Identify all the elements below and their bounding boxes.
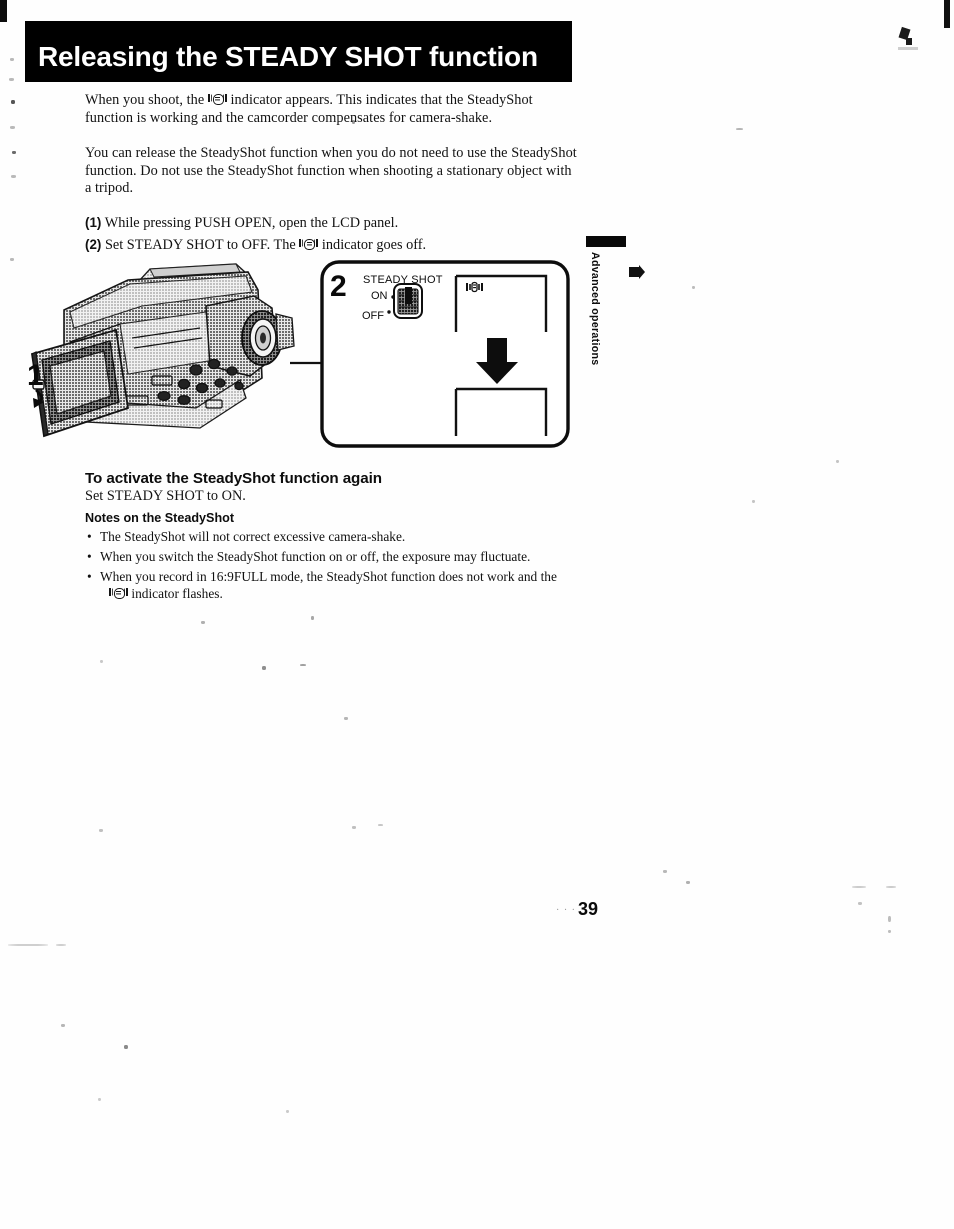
bullet-icon: • (87, 548, 92, 564)
scan-speck (61, 1024, 65, 1027)
page-header-banner: Releasing the STEADY SHOT function (25, 21, 572, 82)
note-text: When you record in 16:9FULL mode, the St… (100, 568, 557, 584)
scan-speck (99, 829, 103, 832)
steady-shot-slider-switch (393, 283, 423, 319)
scan-speck (8, 944, 48, 946)
page-number: 39 (578, 899, 599, 919)
notes-heading: Notes on the SteadyShot (85, 511, 235, 525)
step-item-1: (1) While pressing PUSH OPEN, open the L… (85, 212, 577, 234)
scan-speck (300, 664, 306, 666)
list-item: • When you switch the SteadyShot functio… (85, 548, 585, 565)
reactivate-heading: To activate the SteadyShot function agai… (85, 470, 382, 487)
scan-edge-artifact (0, 0, 7, 22)
bullet-icon: • (87, 529, 92, 544)
scan-edge-artifact-right (944, 0, 950, 28)
list-item: • When you record in 16:9FULL mode, the … (85, 568, 585, 603)
scan-speck (692, 286, 695, 289)
scan-speck (836, 460, 839, 463)
scan-speck (344, 717, 348, 720)
scan-speck (201, 621, 205, 624)
scan-speck (262, 666, 266, 670)
scan-speck (752, 500, 755, 503)
switch-position-off-label: OFF (362, 310, 384, 322)
page-title: Releasing the STEADY SHOT function (38, 41, 538, 72)
scan-speck (124, 1045, 128, 1049)
note-text: The SteadyShot will not correct excessiv… (100, 529, 406, 544)
section-tab-bar (586, 236, 626, 247)
scan-speck (10, 58, 14, 61)
scan-speck (11, 175, 16, 178)
paragraph-1-text-before: When you shoot, the (85, 92, 208, 108)
reactivate-body: Set STEADY SHOT to ON. (85, 488, 246, 504)
scan-speck (11, 100, 15, 104)
callout-1-number: 1 (27, 359, 44, 392)
scan-speck (686, 881, 690, 884)
note-text: When you switch the SteadyShot function … (100, 548, 531, 564)
intro-paragraph-1: When you shoot, the indicator appears. T… (85, 92, 577, 127)
scan-speck (378, 824, 383, 826)
scan-speck (98, 1098, 101, 1101)
list-item: • The SteadyShot will not correct excess… (85, 528, 585, 545)
section-tab-label: Advanced operations (589, 252, 601, 366)
step-1-number: (1) (85, 215, 102, 230)
page-number-artifact: · · · (556, 905, 576, 916)
scan-speck (898, 47, 918, 50)
section-tab-marker-icon (629, 265, 645, 279)
steadyshot-hand-icon (207, 93, 227, 105)
callout-2-number: 2 (330, 270, 347, 303)
scan-speck (906, 38, 912, 45)
illustration-svg: 1 2 STEADY SHOT ON OFF (27, 260, 570, 448)
step-2-callout-box: 2 STEADY SHOT ON OFF (320, 260, 570, 448)
note-text-continued: indicator flashes. (128, 586, 223, 602)
scan-speck (888, 930, 891, 933)
scan-speck (311, 616, 314, 620)
scan-speck (888, 916, 891, 922)
scan-speck (736, 128, 743, 130)
intro-paragraph-2: You can release the SteadyShot function … (85, 145, 577, 196)
scan-speck (12, 151, 16, 154)
scan-speck (886, 886, 896, 888)
scan-speck (9, 78, 14, 81)
camcorder-illustration (30, 263, 295, 438)
bullet-icon: • (87, 568, 92, 584)
switch-position-on-label: ON (371, 290, 388, 302)
scan-speck (56, 944, 66, 946)
scan-speck (100, 660, 103, 663)
procedure-illustration: 1 2 STEADY SHOT ON OFF (0, 250, 640, 460)
scan-speck (10, 126, 15, 129)
scan-speck (852, 886, 866, 888)
notes-list: • The SteadyShot will not correct excess… (85, 528, 585, 605)
scan-speck (663, 870, 667, 873)
manual-page: Releasing the STEADY SHOT function When … (0, 0, 954, 1229)
scan-speck (286, 1110, 289, 1113)
steadyshot-hand-icon (299, 238, 319, 250)
scan-speck (858, 902, 862, 905)
step-1-text: While pressing PUSH OPEN, open the LCD p… (104, 215, 399, 231)
steadyshot-hand-icon (109, 587, 128, 600)
scan-speck (352, 826, 356, 829)
